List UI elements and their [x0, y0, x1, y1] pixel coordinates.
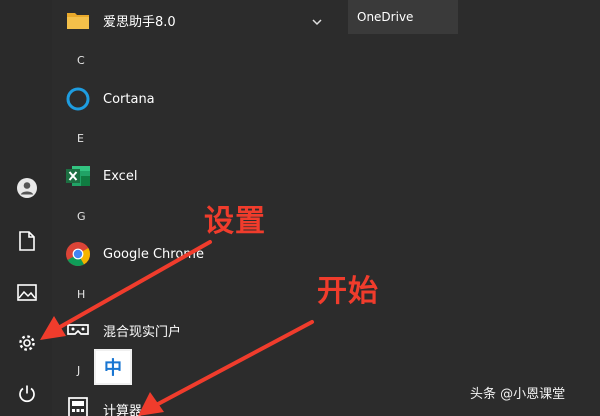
annotation-settings: 设置 — [204, 204, 266, 239]
start-arrow-shaft — [156, 320, 314, 406]
watermark: 头条 @小恩课堂 — [470, 387, 566, 402]
annotation-arrows — [40, 240, 314, 416]
settings-arrow-shaft — [58, 240, 212, 329]
start-menu: 爱思助手8.0 C Cortana E Excel G Google Chrom… — [0, 0, 600, 416]
annotation-start: 开始 — [317, 274, 379, 309]
